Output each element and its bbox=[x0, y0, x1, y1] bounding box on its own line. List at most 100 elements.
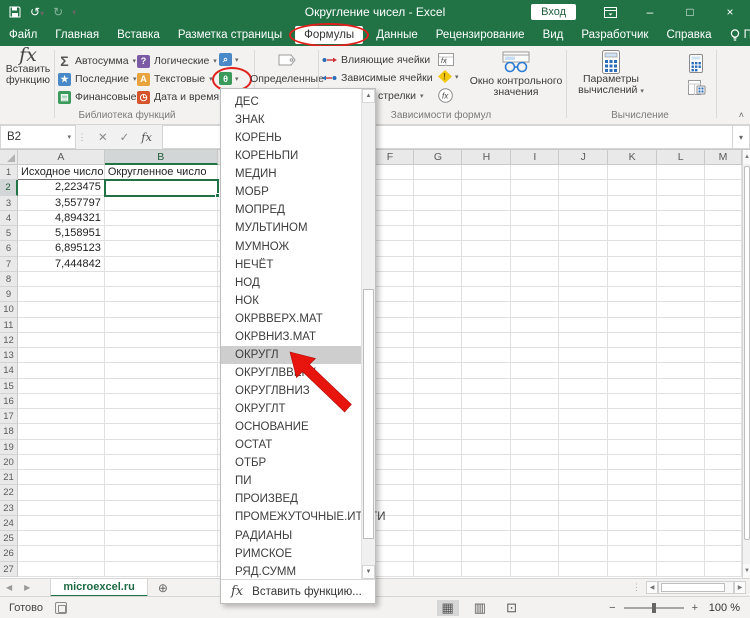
cell-G4[interactable] bbox=[414, 211, 462, 226]
insert-function-menu-item[interactable]: fx Вставить функцию... bbox=[221, 579, 375, 603]
cell-I16[interactable] bbox=[511, 394, 559, 409]
insert-function-icon[interactable]: fx bbox=[141, 130, 152, 144]
cell-G15[interactable] bbox=[414, 379, 462, 394]
cell-L2[interactable] bbox=[657, 180, 705, 195]
cell-B26[interactable] bbox=[105, 546, 218, 561]
cell-J12[interactable] bbox=[559, 333, 608, 348]
trace-dependents-button[interactable]: Зависимые ячейки bbox=[322, 72, 433, 84]
calculate-sheet-button[interactable] bbox=[688, 80, 706, 95]
cell-H10[interactable] bbox=[462, 302, 511, 317]
menu-item-МОБР[interactable]: МОБР bbox=[221, 183, 361, 201]
cell-J7[interactable] bbox=[559, 257, 608, 272]
cell-G5[interactable] bbox=[414, 226, 462, 241]
datetime-functions-button[interactable]: ◷ Дата и время▾ bbox=[137, 89, 227, 105]
cell-K8[interactable] bbox=[608, 272, 657, 287]
cell-M11[interactable] bbox=[705, 318, 742, 333]
collapse-ribbon-icon[interactable]: ˄ bbox=[739, 110, 744, 120]
save-icon[interactable] bbox=[9, 6, 21, 18]
row-header-22[interactable]: 22 bbox=[0, 485, 18, 500]
cell-K18[interactable] bbox=[608, 424, 657, 439]
menu-item-НЕЧЁТ[interactable]: НЕЧЁТ bbox=[221, 256, 361, 274]
row-header-24[interactable]: 24 bbox=[0, 516, 18, 531]
calculate-now-button[interactable] bbox=[688, 54, 704, 73]
menu-item-ПРОМЕЖУТОЧНЫЕ.ИТОГИ[interactable]: ПРОМЕЖУТОЧНЫЕ.ИТОГИ bbox=[221, 508, 361, 526]
cell-M18[interactable] bbox=[705, 424, 742, 439]
cell-G24[interactable] bbox=[414, 516, 462, 531]
autosum-button[interactable]: Σ Автосумма▾ bbox=[58, 53, 136, 69]
cell-J22[interactable] bbox=[559, 485, 608, 500]
cell-J19[interactable] bbox=[559, 440, 608, 455]
row-header-8[interactable]: 8 bbox=[0, 272, 18, 287]
cell-I10[interactable] bbox=[511, 302, 559, 317]
cell-K17[interactable] bbox=[608, 409, 657, 424]
cell-J25[interactable] bbox=[559, 531, 608, 546]
sheet-tab-active[interactable]: microexcel.ru bbox=[50, 579, 148, 597]
cell-I20[interactable] bbox=[511, 455, 559, 470]
cell-J27[interactable] bbox=[559, 562, 608, 577]
cell-H19[interactable] bbox=[462, 440, 511, 455]
cell-J21[interactable] bbox=[559, 470, 608, 485]
menu-item-ОТБР[interactable]: ОТБР bbox=[221, 454, 361, 472]
menu-item-КОРЕНЬПИ[interactable]: КОРЕНЬПИ bbox=[221, 147, 361, 165]
row-header-6[interactable]: 6 bbox=[0, 241, 18, 256]
cell-G11[interactable] bbox=[414, 318, 462, 333]
cell-A18[interactable] bbox=[18, 424, 105, 439]
cell-L1[interactable] bbox=[657, 165, 705, 180]
insert-function-button[interactable]: fx Вставить функцию bbox=[4, 50, 52, 86]
cell-L22[interactable] bbox=[657, 485, 705, 500]
sheet-nav-right-icon[interactable]: ▶ bbox=[18, 583, 36, 592]
cell-I18[interactable] bbox=[511, 424, 559, 439]
lookup-functions-button[interactable]: ⌕▾ bbox=[219, 53, 239, 66]
cell-M20[interactable] bbox=[705, 455, 742, 470]
cell-A7[interactable]: 7,444842 bbox=[18, 257, 105, 272]
macro-record-icon[interactable] bbox=[55, 602, 67, 614]
cell-J15[interactable] bbox=[559, 379, 608, 394]
cell-K11[interactable] bbox=[608, 318, 657, 333]
cell-K23[interactable] bbox=[608, 501, 657, 516]
cell-I11[interactable] bbox=[511, 318, 559, 333]
vertical-scroll-thumb[interactable] bbox=[744, 166, 750, 540]
cell-J20[interactable] bbox=[559, 455, 608, 470]
cell-H1[interactable] bbox=[462, 165, 511, 180]
tab-page-layout[interactable]: Разметка страницы bbox=[169, 26, 291, 44]
column-header-H[interactable]: H bbox=[462, 150, 511, 165]
cell-J5[interactable] bbox=[559, 226, 608, 241]
cell-A14[interactable] bbox=[18, 363, 105, 378]
cell-L12[interactable] bbox=[657, 333, 705, 348]
scroll-up-icon[interactable]: ▲ bbox=[743, 150, 750, 164]
cell-A2[interactable]: 2,223475 bbox=[18, 180, 105, 195]
cell-G10[interactable] bbox=[414, 302, 462, 317]
cell-K22[interactable] bbox=[608, 485, 657, 500]
cell-M10[interactable] bbox=[705, 302, 742, 317]
column-header-M[interactable]: M bbox=[705, 150, 742, 165]
row-header-14[interactable]: 14 bbox=[0, 363, 18, 378]
cell-H27[interactable] bbox=[462, 562, 511, 577]
cell-B19[interactable] bbox=[105, 440, 218, 455]
tab-review[interactable]: Рецензирование bbox=[427, 26, 534, 44]
menu-scroll-down-icon[interactable]: ▼ bbox=[362, 565, 375, 579]
trace-precedents-button[interactable]: Влияющие ячейки bbox=[322, 54, 430, 66]
cell-I15[interactable] bbox=[511, 379, 559, 394]
cell-L9[interactable] bbox=[657, 287, 705, 302]
cell-K6[interactable] bbox=[608, 241, 657, 256]
cell-A16[interactable] bbox=[18, 394, 105, 409]
menu-item-ОСТАТ[interactable]: ОСТАТ bbox=[221, 436, 361, 454]
cell-K14[interactable] bbox=[608, 363, 657, 378]
row-header-9[interactable]: 9 bbox=[0, 287, 18, 302]
cell-J13[interactable] bbox=[559, 348, 608, 363]
tab-tell-me[interactable]: Помощн bbox=[721, 26, 750, 45]
cell-K2[interactable] bbox=[608, 180, 657, 195]
cell-K9[interactable] bbox=[608, 287, 657, 302]
cell-G27[interactable] bbox=[414, 562, 462, 577]
cell-M21[interactable] bbox=[705, 470, 742, 485]
row-header-25[interactable]: 25 bbox=[0, 531, 18, 546]
cell-G21[interactable] bbox=[414, 470, 462, 485]
cell-H20[interactable] bbox=[462, 455, 511, 470]
cell-B22[interactable] bbox=[105, 485, 218, 500]
redo-icon[interactable]: ↻ bbox=[53, 5, 63, 19]
cell-G26[interactable] bbox=[414, 546, 462, 561]
row-header-15[interactable]: 15 bbox=[0, 379, 18, 394]
cell-L20[interactable] bbox=[657, 455, 705, 470]
row-header-2[interactable]: 2 bbox=[0, 180, 18, 195]
cell-B2[interactable] bbox=[105, 180, 218, 195]
